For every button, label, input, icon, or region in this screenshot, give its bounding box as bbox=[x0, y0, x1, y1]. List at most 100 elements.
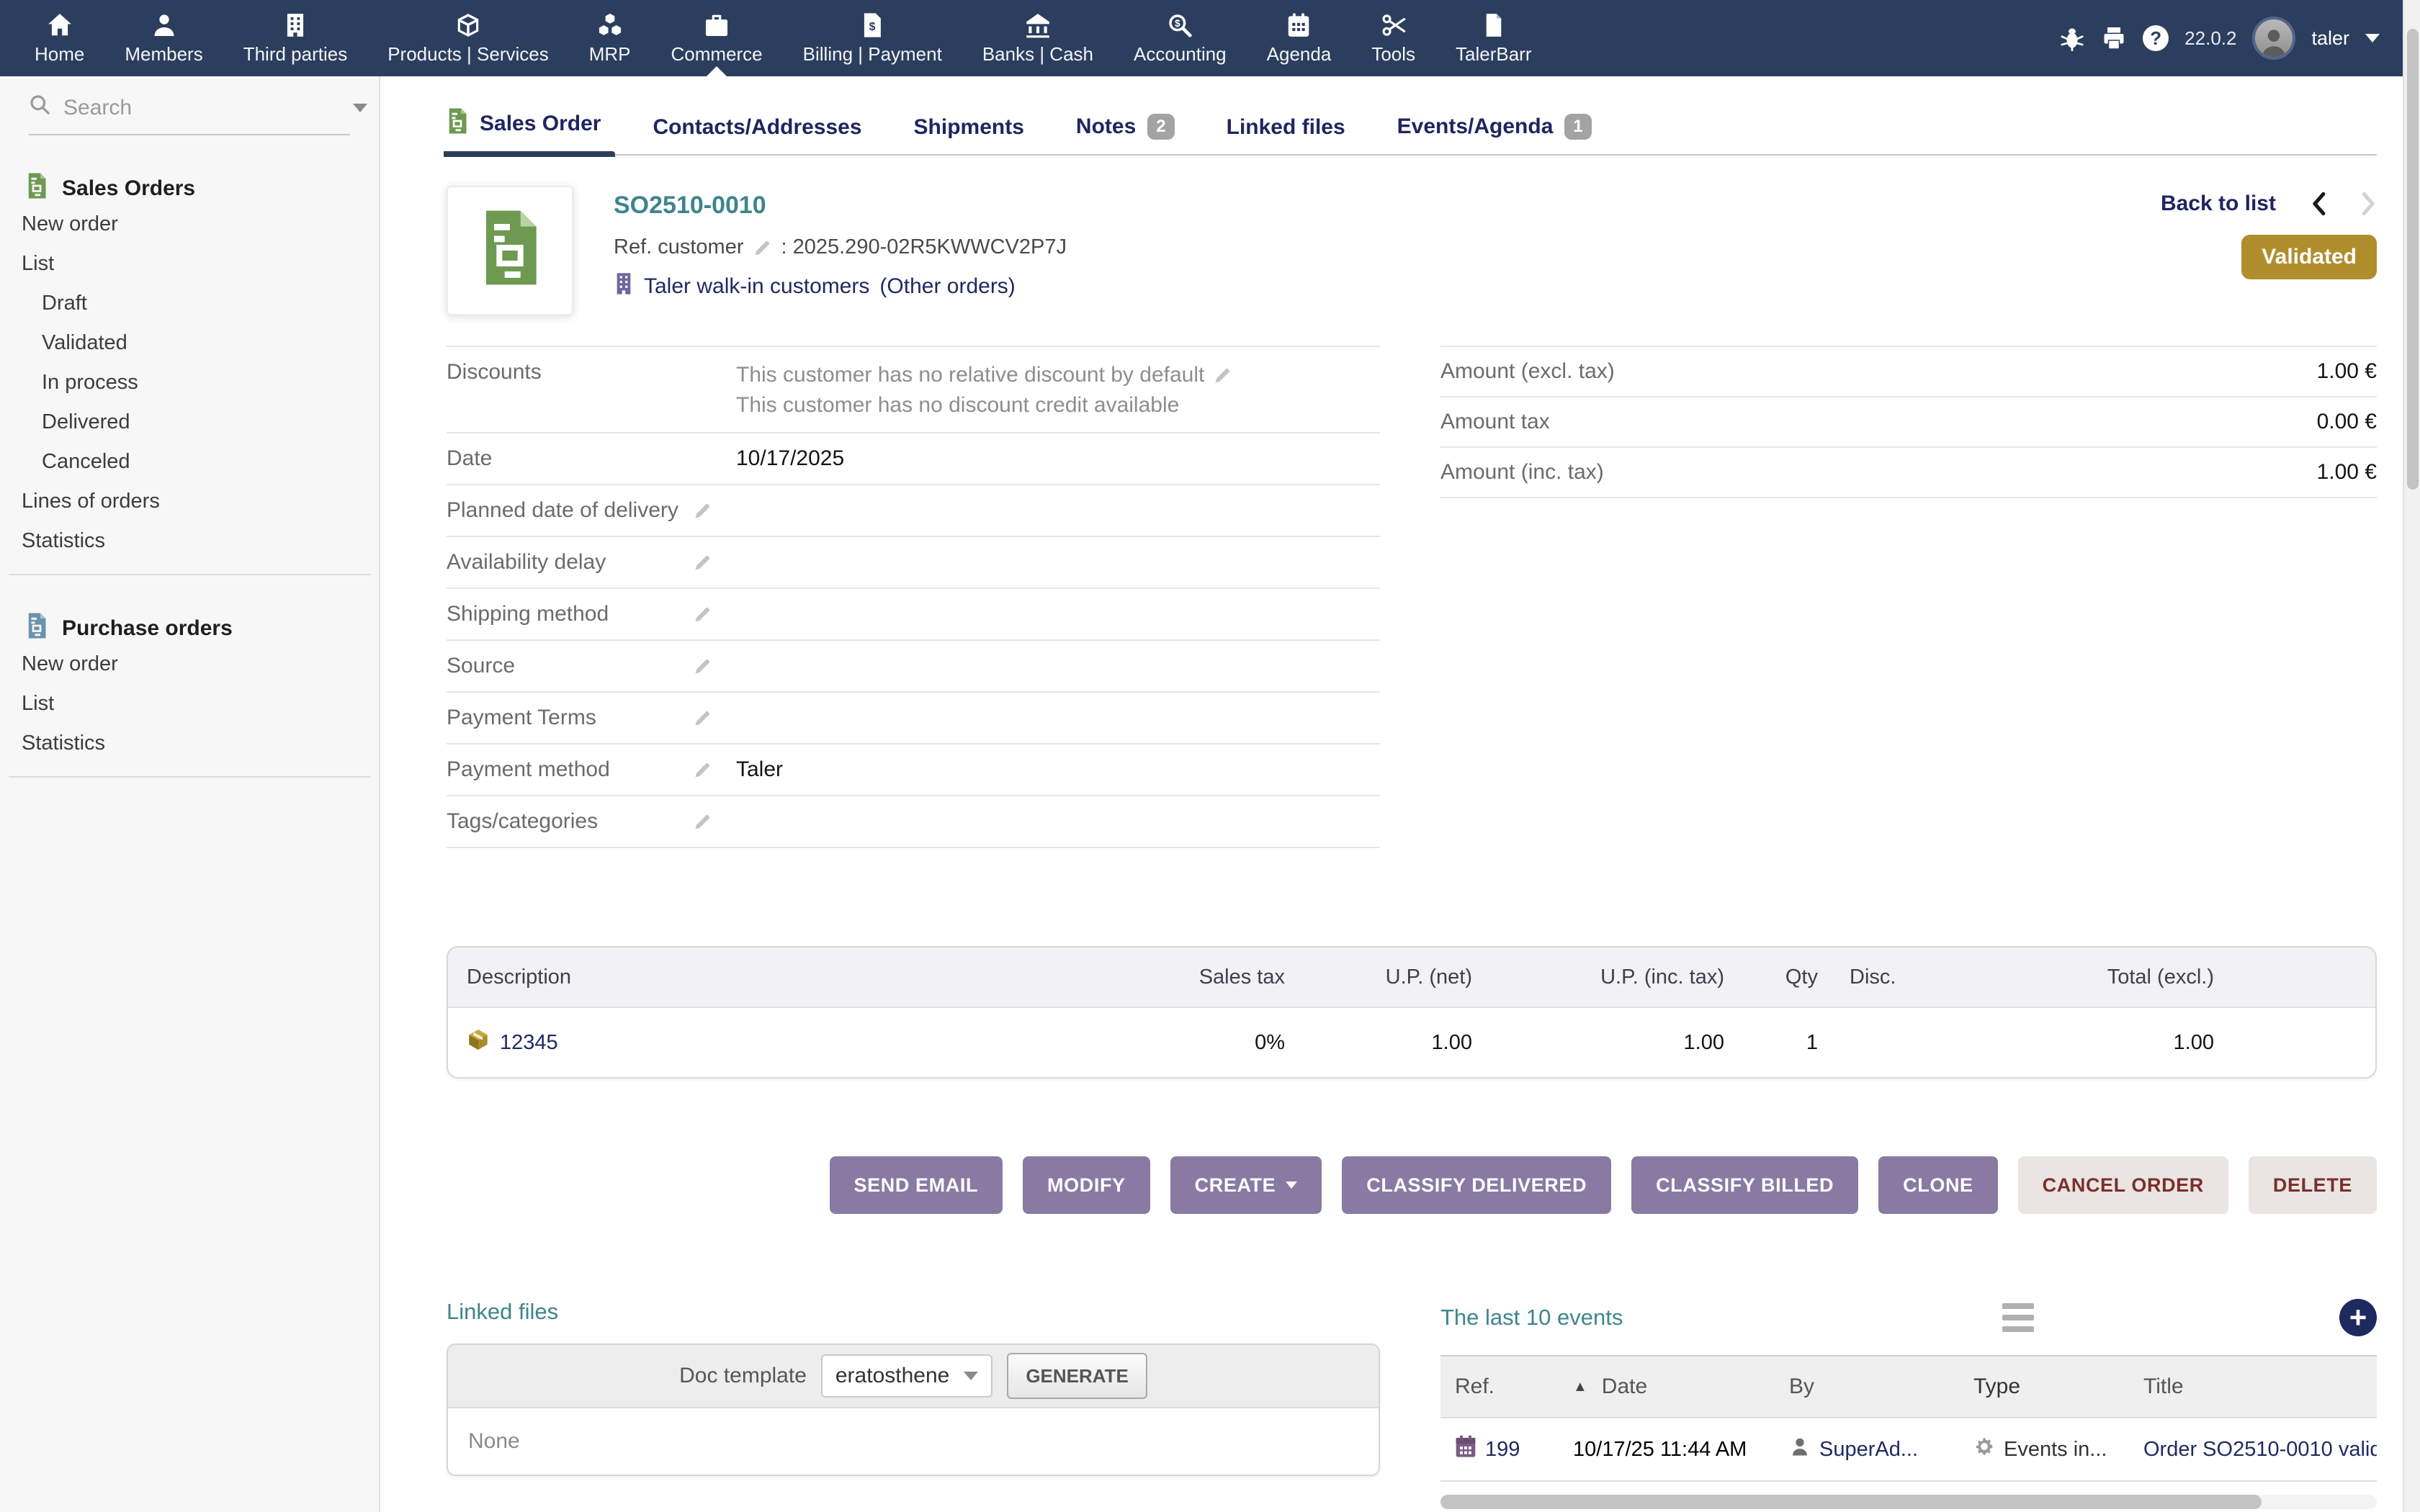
classify-delivered-label: CLASSIFY DELIVERED bbox=[1366, 1174, 1587, 1197]
user-menu-label[interactable]: taler bbox=[2311, 27, 2349, 50]
page-vertical-scrollbar[interactable] bbox=[2403, 0, 2420, 1512]
nav-mrp[interactable]: MRP bbox=[569, 0, 651, 76]
nav-members[interactable]: Members bbox=[104, 0, 223, 76]
tab-contacts-addresses[interactable]: Contacts/Addresses bbox=[653, 115, 861, 154]
edit-pencil-icon[interactable] bbox=[693, 656, 713, 676]
tab-shipments[interactable]: Shipments bbox=[914, 115, 1024, 154]
nav-products-services[interactable]: Products | Services bbox=[367, 0, 569, 76]
help-icon[interactable]: ? bbox=[2143, 25, 2169, 51]
amount-tax-value: 0.00 € bbox=[2317, 410, 2377, 434]
cancel-order-button[interactable]: CANCEL ORDER bbox=[2018, 1156, 2228, 1214]
sidebar-item-sales-statistics[interactable]: Statistics bbox=[0, 521, 379, 561]
nav-tools[interactable]: Tools bbox=[1351, 0, 1435, 76]
company-link[interactable]: Taler walk-in customers bbox=[644, 274, 869, 299]
scrollbar-thumb[interactable] bbox=[2407, 29, 2419, 490]
events-menu-icon[interactable] bbox=[2002, 1303, 2034, 1332]
nav-mrp-label: MRP bbox=[589, 43, 631, 66]
user-icon bbox=[151, 12, 178, 39]
briefcase-icon bbox=[703, 12, 730, 39]
edit-pencil-icon[interactable] bbox=[693, 708, 713, 728]
generate-button[interactable]: GENERATE bbox=[1007, 1353, 1147, 1399]
edit-pencil-icon[interactable] bbox=[1213, 365, 1233, 385]
nav-talerbarr[interactable]: TalerBarr bbox=[1435, 0, 1551, 76]
event-calendar-icon bbox=[1455, 1435, 1476, 1464]
sidebar-item-sales-validated[interactable]: Validated bbox=[0, 323, 379, 363]
search-input[interactable] bbox=[63, 96, 341, 120]
back-to-list-link[interactable]: Back to list bbox=[2161, 192, 2276, 216]
events-col-title[interactable]: Title bbox=[2143, 1374, 2184, 1399]
classify-billed-button[interactable]: CLASSIFY BILLED bbox=[1631, 1156, 1858, 1214]
field-label: Tags/categories bbox=[447, 809, 598, 834]
clone-button[interactable]: CLONE bbox=[1878, 1156, 1998, 1214]
event-by-link[interactable]: SuperAd... bbox=[1819, 1438, 1918, 1462]
events-col-date[interactable]: Date bbox=[1602, 1374, 1647, 1399]
search-options-chevron-icon[interactable] bbox=[353, 104, 367, 112]
avatar[interactable] bbox=[2252, 17, 2295, 60]
bug-icon[interactable] bbox=[2059, 25, 2085, 51]
amount-row-excl-tax: Amount (excl. tax) 1.00 € bbox=[1440, 347, 2377, 397]
cancel-order-label: CANCEL ORDER bbox=[2043, 1174, 2204, 1197]
edit-pencil-icon[interactable] bbox=[693, 811, 713, 832]
next-record-icon-disabled bbox=[2361, 192, 2377, 216]
nav-accounting[interactable]: $ Accounting bbox=[1113, 0, 1247, 76]
sidebar-item-sales-in-process[interactable]: In process bbox=[0, 363, 379, 402]
event-date: 10/17/25 11:44 AM bbox=[1573, 1438, 1747, 1462]
nav-third-parties[interactable]: Third parties bbox=[223, 0, 368, 76]
previous-record-icon[interactable] bbox=[2311, 192, 2326, 216]
sidebar-section-sales-orders-label: Sales Orders bbox=[62, 176, 195, 201]
nav-billing-payment[interactable]: $ Billing | Payment bbox=[783, 0, 962, 76]
add-event-button[interactable]: + bbox=[2339, 1299, 2377, 1336]
sidebar-item-sales-list[interactable]: List bbox=[0, 244, 379, 284]
sidebar-section-sales-orders[interactable]: Sales Orders bbox=[0, 173, 379, 204]
nav-banks-cash[interactable]: Banks | Cash bbox=[962, 0, 1113, 76]
event-ref-link[interactable]: 199 bbox=[1485, 1438, 1520, 1462]
event-gear-icon bbox=[1973, 1435, 1995, 1464]
event-row: 199 10/17/25 11:44 AM SuperAd... Events … bbox=[1440, 1418, 2377, 1482]
printer-icon[interactable] bbox=[2101, 25, 2127, 51]
tab-linked-files[interactable]: Linked files bbox=[1227, 115, 1345, 154]
events-col-by[interactable]: By bbox=[1789, 1374, 1814, 1399]
nav-banks-cash-label: Banks | Cash bbox=[982, 43, 1093, 66]
nav-agenda[interactable]: Agenda bbox=[1247, 0, 1352, 76]
tab-events-agenda[interactable]: Events/Agenda 1 bbox=[1397, 114, 1592, 154]
delete-button[interactable]: DELETE bbox=[2249, 1156, 2377, 1214]
sidebar-section-purchase-orders[interactable]: Purchase orders bbox=[0, 613, 379, 644]
modify-button[interactable]: MODIFY bbox=[1023, 1156, 1150, 1214]
events-horizontal-scrollbar[interactable] bbox=[1440, 1495, 2377, 1509]
sidebar-item-sales-delivered[interactable]: Delivered bbox=[0, 402, 379, 442]
sidebar-item-sales-draft[interactable]: Draft bbox=[0, 284, 379, 323]
events-col-ref[interactable]: Ref. bbox=[1455, 1374, 1494, 1399]
edit-pencil-icon[interactable] bbox=[753, 238, 773, 258]
events-col-type[interactable]: Type bbox=[1973, 1374, 2020, 1399]
tab-sales-order[interactable]: Sales Order bbox=[447, 108, 601, 154]
field-row-planned-delivery: Planned date of delivery bbox=[447, 485, 1380, 537]
edit-pencil-icon[interactable] bbox=[693, 604, 713, 624]
search-icon bbox=[29, 94, 52, 122]
nav-home[interactable]: Home bbox=[14, 0, 104, 76]
company-other-orders-link[interactable]: (Other orders) bbox=[879, 274, 1015, 299]
nav-commerce[interactable]: Commerce bbox=[651, 0, 783, 76]
create-dropdown-button[interactable]: CREATE bbox=[1170, 1156, 1322, 1214]
sidebar-item-purchase-statistics[interactable]: Statistics bbox=[0, 724, 379, 763]
sidebar-item-sales-new-order[interactable]: New order bbox=[0, 204, 379, 244]
send-email-button[interactable]: SEND EMAIL bbox=[830, 1156, 1003, 1214]
edit-pencil-icon[interactable] bbox=[693, 500, 713, 521]
order-line-row[interactable]: 12345 0% 1.00 1.00 1 1.00 bbox=[448, 1008, 2375, 1077]
sidebar-item-purchase-list[interactable]: List bbox=[0, 684, 379, 724]
top-nav-right: ? 22.0.2 taler bbox=[2059, 0, 2403, 76]
sidebar-item-sales-canceled[interactable]: Canceled bbox=[0, 442, 379, 482]
scrollbar-thumb[interactable] bbox=[1440, 1495, 2262, 1509]
classify-delivered-button[interactable]: CLASSIFY DELIVERED bbox=[1342, 1156, 1611, 1214]
tab-notes[interactable]: Notes 2 bbox=[1076, 114, 1175, 154]
sidebar-item-sales-lines-of-orders[interactable]: Lines of orders bbox=[0, 482, 379, 521]
line-up-net: 1.00 bbox=[1291, 1031, 1478, 1055]
sidebar-item-purchase-new-order[interactable]: New order bbox=[0, 644, 379, 684]
chevron-down-icon[interactable] bbox=[2365, 34, 2380, 42]
amount-row-tax: Amount tax 0.00 € bbox=[1440, 397, 2377, 448]
events-heading-row: The last 10 events + bbox=[1440, 1299, 2377, 1336]
edit-pencil-icon[interactable] bbox=[693, 760, 713, 780]
edit-pencil-icon[interactable] bbox=[693, 552, 713, 572]
product-link[interactable]: 12345 bbox=[500, 1031, 558, 1055]
doc-template-select[interactable]: eratosthene bbox=[821, 1354, 992, 1398]
event-title-link[interactable]: Order SO2510-0010 validate bbox=[2143, 1438, 2377, 1462]
